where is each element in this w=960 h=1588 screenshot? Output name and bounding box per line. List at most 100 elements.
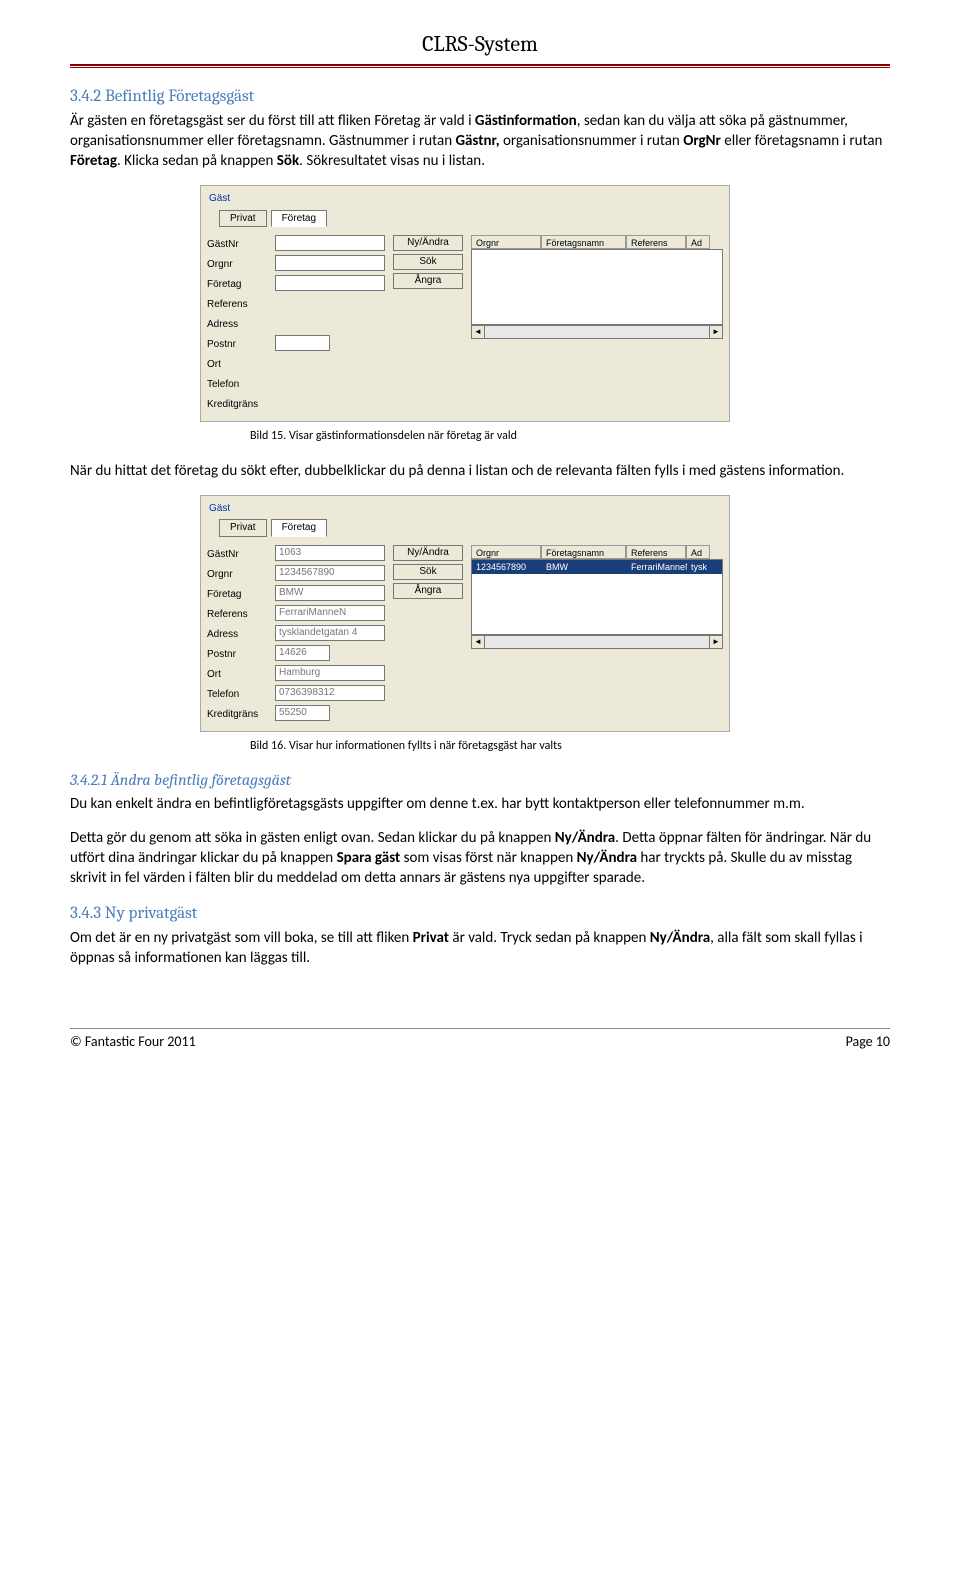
input-foretag[interactable]: BMW <box>275 585 385 601</box>
list-body[interactable]: 1234567890 BMW FerrariManneN tysk <box>471 559 723 635</box>
col-ref[interactable]: Referens <box>626 545 686 559</box>
bold: Ny/Ändra <box>555 829 615 847</box>
label-adress: Adress <box>207 317 267 333</box>
label-kredit: Kreditgräns <box>207 397 267 413</box>
field-labels: GästNr Orgnr Företag Referens Adress Pos… <box>207 545 267 723</box>
label-orgnr: Orgnr <box>207 257 267 273</box>
input-postnr[interactable]: 14626 <box>275 645 330 661</box>
label-orgnr: Orgnr <box>207 567 267 583</box>
col-namn[interactable]: Företagsnamn <box>541 235 626 249</box>
tab-privat[interactable]: Privat <box>219 519 267 537</box>
scroll-right-icon[interactable]: ► <box>709 325 723 339</box>
input-kredit[interactable]: 55250 <box>275 705 330 721</box>
footer-rule <box>70 1028 890 1029</box>
input-ort[interactable]: Hamburg <box>275 665 385 681</box>
input-referens[interactable]: FerrariManneN <box>275 605 385 621</box>
sok-button[interactable]: Sök <box>393 254 463 270</box>
text: Om det är en ny privatgäst som vill boka… <box>70 929 413 947</box>
section-heading-3: 3.4.3 Ny privatgäst <box>70 903 890 926</box>
input-orgnr[interactable] <box>275 255 385 271</box>
bold: Sök <box>277 152 299 170</box>
scroll-track[interactable] <box>485 325 709 339</box>
input-telefon[interactable]: 0736398312 <box>275 685 385 701</box>
footer-right: Page 10 <box>846 1033 890 1052</box>
field-labels: GästNr Orgnr Företag Referens Adress Pos… <box>207 235 267 413</box>
tab-foretag[interactable]: Företag <box>271 210 327 228</box>
col-orgnr[interactable]: Orgnr <box>471 545 541 559</box>
group-label: Gäst <box>209 502 723 516</box>
input-orgnr[interactable]: 1234567890 <box>275 565 385 581</box>
section-heading-2: 3.4.2.1 Ändra befintlig företagsgäst <box>70 770 890 792</box>
label-telefon: Telefon <box>207 687 267 703</box>
mid-paragraph: När du hittat det företag du sökt efter,… <box>70 461 890 481</box>
text: organisationsnummer i rutan <box>500 132 684 150</box>
angra-button[interactable]: Ångra <box>393 273 463 289</box>
scroll-left-icon[interactable]: ◄ <box>471 635 485 649</box>
label-foretag: Företag <box>207 587 267 603</box>
bold: OrgNr <box>683 132 721 150</box>
footer-left: © Fantastic Four 2011 <box>70 1033 196 1052</box>
scroll-left-icon[interactable]: ◄ <box>471 325 485 339</box>
header-rule <box>70 64 890 68</box>
intro-paragraph: Är gästen en företagsgäst ser du först t… <box>70 111 890 172</box>
para-3-1: Om det är en ny privatgäst som vill boka… <box>70 928 890 969</box>
col-namn[interactable]: Företagsnamn <box>541 545 626 559</box>
section-heading-1: 3.4.2 Befintlig Företagsgäst <box>70 86 890 109</box>
cell-namn: BMW <box>542 560 627 574</box>
text: . Klicka sedan på knappen <box>117 152 277 170</box>
caption-2: Bild 16. Visar hur informationen fyllts … <box>250 738 890 754</box>
angra-button[interactable]: Ångra <box>393 583 463 599</box>
text: är vald. Tryck sedan på knappen <box>449 929 650 947</box>
cell-ad: tysk <box>687 560 711 574</box>
label-postnr: Postnr <box>207 647 267 663</box>
input-gastnr[interactable]: 1063 <box>275 545 385 561</box>
button-column: Ny/Ändra Sök Ångra <box>393 545 463 723</box>
tabs: Privat Företag <box>219 210 723 228</box>
bold: Privat <box>413 929 449 947</box>
col-ad[interactable]: Ad <box>686 235 710 249</box>
input-adress[interactable]: tysklandetgatan 4 <box>275 625 385 641</box>
h-scrollbar[interactable]: ◄ ► <box>471 325 723 339</box>
ny-andra-button[interactable]: Ny/Ändra <box>393 235 463 251</box>
list-header: Orgnr Företagsnamn Referens Ad <box>471 545 723 559</box>
label-foretag: Företag <box>207 277 267 293</box>
input-postnr[interactable] <box>275 335 330 351</box>
scroll-track[interactable] <box>485 635 709 649</box>
page-footer: © Fantastic Four 2011 Page 10 <box>70 1033 890 1052</box>
input-gastnr[interactable] <box>275 235 385 251</box>
h-scrollbar[interactable]: ◄ ► <box>471 635 723 649</box>
label-kredit: Kreditgräns <box>207 707 267 723</box>
spacer <box>275 295 385 311</box>
table-row[interactable]: 1234567890 BMW FerrariManneN tysk <box>472 560 722 574</box>
para-2-1: Du kan enkelt ändra en befintligföretags… <box>70 794 890 814</box>
input-foretag[interactable] <box>275 275 385 291</box>
col-ad[interactable]: Ad <box>686 545 710 559</box>
results-list: Orgnr Företagsnamn Referens Ad 123456789… <box>471 545 723 723</box>
label-telefon: Telefon <box>207 377 267 393</box>
tab-foretag[interactable]: Företag <box>271 519 327 537</box>
label-adress: Adress <box>207 627 267 643</box>
label-postnr: Postnr <box>207 337 267 353</box>
label-referens: Referens <box>207 297 267 313</box>
spacer <box>275 315 385 331</box>
tab-privat[interactable]: Privat <box>219 210 267 228</box>
bold: Ny/Ändra <box>650 929 710 947</box>
col-orgnr[interactable]: Orgnr <box>471 235 541 249</box>
text: som visas först när knappen <box>400 849 576 867</box>
col-ref[interactable]: Referens <box>626 235 686 249</box>
group-label: Gäst <box>209 192 723 206</box>
label-referens: Referens <box>207 607 267 623</box>
button-column: Ny/Ändra Sök Ångra <box>393 235 463 413</box>
sok-button[interactable]: Sök <box>393 564 463 580</box>
cell-ref: FerrariManneN <box>627 560 687 574</box>
cell-orgnr: 1234567890 <box>472 560 542 574</box>
label-gastnr: GästNr <box>207 237 267 253</box>
list-header: Orgnr Företagsnamn Referens Ad <box>471 235 723 249</box>
text: . Sökresultatet visas nu i listan. <box>299 152 485 170</box>
list-body[interactable] <box>471 249 723 325</box>
ny-andra-button[interactable]: Ny/Ändra <box>393 545 463 561</box>
results-list: Orgnr Företagsnamn Referens Ad ◄ ► <box>471 235 723 413</box>
tabs: Privat Företag <box>219 519 723 537</box>
scroll-right-icon[interactable]: ► <box>709 635 723 649</box>
bold: Gästnr, <box>455 132 499 150</box>
